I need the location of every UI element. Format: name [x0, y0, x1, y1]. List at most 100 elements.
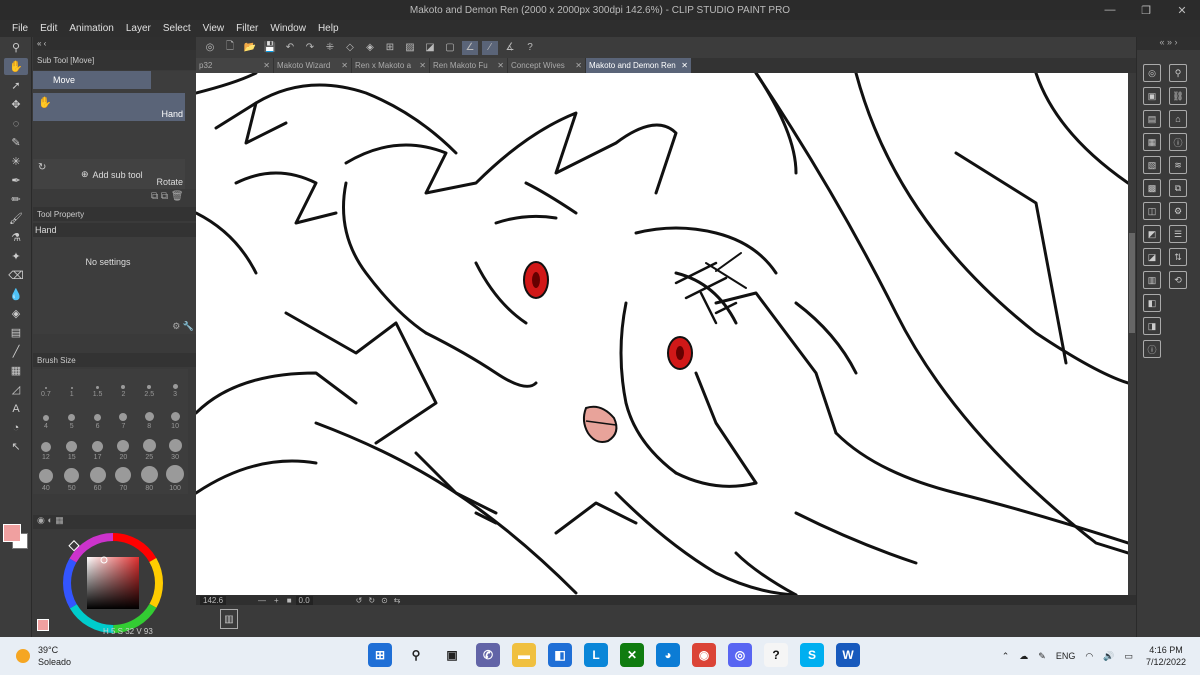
tab-concept-wives[interactable]: Concept Wives ✕	[508, 58, 586, 73]
pen-icon[interactable]: ✎	[1038, 651, 1046, 662]
menu-view[interactable]: View	[203, 23, 225, 34]
quick-access-panel-icon[interactable]: ◪	[1143, 248, 1161, 266]
menu-help[interactable]: Help	[318, 23, 339, 34]
help-icon[interactable]: ?	[522, 41, 538, 55]
brush-size-preset[interactable]: 1	[59, 369, 85, 400]
sub-tool-group-move[interactable]: Move	[33, 71, 151, 89]
language-indicator[interactable]: ENG	[1056, 651, 1076, 661]
fit-icon[interactable]: ■	[287, 596, 292, 605]
text-tool-icon[interactable]: A	[4, 400, 28, 417]
brush-size-preset[interactable]: 0.7	[33, 369, 59, 400]
scrollbar-thumb[interactable]	[1129, 233, 1135, 333]
reset-rotation-icon[interactable]: ⊙	[381, 596, 388, 605]
pencil-tool-icon[interactable]: ✏	[4, 191, 28, 208]
deselect-icon[interactable]: ⁜	[322, 41, 338, 55]
lasso-tool-icon[interactable]: ◌	[4, 115, 28, 132]
fill-icon[interactable]: ◈	[362, 41, 378, 55]
chevron-up-icon[interactable]: ⌃	[1002, 651, 1010, 662]
l-app-icon[interactable]: L	[584, 643, 608, 667]
sub-view-panel-icon[interactable]: ▣	[1143, 87, 1161, 105]
brush-size-preset[interactable]: 2	[111, 369, 137, 400]
operation-tool-icon[interactable]: ➚	[4, 77, 28, 94]
auto-action-panel-icon[interactable]: ◩	[1143, 225, 1161, 243]
search-panel-icon[interactable]: ⚲	[1169, 64, 1187, 82]
brush-size-preset[interactable]: 15	[59, 432, 85, 463]
brush-size-preset[interactable]: 17	[85, 432, 111, 463]
close-icon[interactable]: ✕	[419, 61, 426, 70]
windows-start-icon[interactable]: ⊞	[368, 643, 392, 667]
angle-readout[interactable]: 0.0	[295, 595, 313, 605]
flip-icon[interactable]: ⇆	[394, 596, 401, 605]
brush-size-preset[interactable]: 70	[111, 463, 137, 494]
decoration-tool-icon[interactable]: ✦	[4, 248, 28, 265]
blend-tool-icon[interactable]: 💧	[4, 286, 28, 303]
swap-panel-icon[interactable]: ⇅	[1169, 248, 1187, 266]
move-layer-tool-icon[interactable]: ✥	[4, 96, 28, 113]
new-file-icon[interactable]: 🗋	[222, 41, 238, 55]
cloud-icon[interactable]: ☁	[1019, 651, 1028, 662]
menu-window[interactable]: Window	[270, 23, 306, 34]
brush-size-preset[interactable]: 6	[85, 400, 111, 431]
menu-layer[interactable]: Layer	[126, 23, 151, 34]
undo-icon[interactable]: ↶	[282, 41, 298, 55]
sub-tool-actions[interactable]: ⧉ ⧉ 🗑	[151, 191, 184, 202]
main-color-swatch[interactable]	[3, 524, 21, 542]
brush-size-preset[interactable]: 25	[136, 432, 162, 463]
minimize-button[interactable]: —	[1092, 0, 1128, 20]
zoom-readout[interactable]: 142.6	[200, 595, 227, 605]
discord-icon[interactable]: ◎	[728, 643, 752, 667]
word-icon[interactable]: W	[836, 643, 860, 667]
color-set-panel-icon[interactable]: ▩	[1143, 179, 1161, 197]
skype-icon[interactable]: S	[800, 643, 824, 667]
close-icon[interactable]: ✕	[575, 61, 582, 70]
redo-icon[interactable]: ↷	[302, 41, 318, 55]
brush-size-preset[interactable]: 40	[33, 463, 59, 494]
info-alt-panel-icon[interactable]: ⓘ	[1169, 133, 1187, 151]
fill-tool-icon[interactable]: ◈	[4, 305, 28, 322]
brush-size-preset[interactable]: 1.5	[85, 369, 111, 400]
layers-alt-icon[interactable]: ⧉	[1169, 179, 1187, 197]
layers-stack-icon[interactable]: ≋	[1169, 156, 1187, 174]
draw-icon[interactable]: ◪	[422, 41, 438, 55]
clear-icon[interactable]: ◇	[342, 41, 358, 55]
menu-filter[interactable]: Filter	[236, 23, 258, 34]
close-button[interactable]: ✕	[1164, 0, 1200, 20]
eyedropper-tool-icon[interactable]: ✎	[4, 134, 28, 151]
brush-size-preset[interactable]: 50	[59, 463, 85, 494]
brush-size-preset[interactable]: 80	[136, 463, 162, 494]
palette-main-swatch[interactable]	[37, 619, 49, 631]
canvas-vertical-scrollbar[interactable]	[1128, 73, 1136, 595]
hide-outside-icon[interactable]: ▨	[402, 41, 418, 55]
volume-icon[interactable]: 🔊	[1103, 651, 1114, 662]
layer-property-panel-icon[interactable]: ▤	[1143, 110, 1161, 128]
menu-edit[interactable]: Edit	[40, 23, 57, 34]
edge-icon[interactable]: ◕	[656, 643, 680, 667]
tool-property-actions[interactable]: ⚙ 🔧	[172, 321, 194, 332]
xbox-icon[interactable]: ✕	[620, 643, 644, 667]
brush-size-preset[interactable]: 12	[33, 432, 59, 463]
search-icon[interactable]: ⚲	[404, 643, 428, 667]
search-layer-panel-icon[interactable]: ◧	[1143, 294, 1161, 312]
menu-select[interactable]: Select	[163, 23, 191, 34]
figure-tool-icon[interactable]: ╱	[4, 343, 28, 360]
zoom-tool-icon[interactable]: ⚲	[4, 39, 28, 56]
rotate-left-icon[interactable]: ↺	[356, 596, 363, 605]
maximize-button[interactable]: ❐	[1128, 0, 1164, 20]
file-explorer-icon[interactable]: ▬	[512, 643, 536, 667]
chrome-icon[interactable]: ◉	[692, 643, 716, 667]
snap-special-ruler-icon[interactable]: ∕	[482, 40, 498, 55]
pen-tool-icon[interactable]: ✒	[4, 172, 28, 189]
tab-makoto-wizard[interactable]: Makoto Wizard ✕	[274, 58, 352, 73]
move-tool-icon[interactable]: ✋	[4, 58, 28, 75]
gradient-tool-icon[interactable]: ▤	[4, 324, 28, 341]
sub-tool-hand[interactable]: ✋ Hand	[33, 93, 185, 121]
brush-size-preset[interactable]: 100	[162, 463, 188, 494]
ruler-tool-icon[interactable]: ◿	[4, 381, 28, 398]
brush-size-preset[interactable]: 20	[111, 432, 137, 463]
color-wheel[interactable]	[33, 529, 196, 637]
close-icon[interactable]: ✕	[497, 61, 504, 70]
close-icon[interactable]: ✕	[263, 61, 270, 70]
layer-panel-icon[interactable]: ▥	[1143, 271, 1161, 289]
brush-tool-icon[interactable]: 🖌	[4, 210, 28, 227]
info-panel-icon[interactable]: ⓘ	[1143, 340, 1161, 358]
